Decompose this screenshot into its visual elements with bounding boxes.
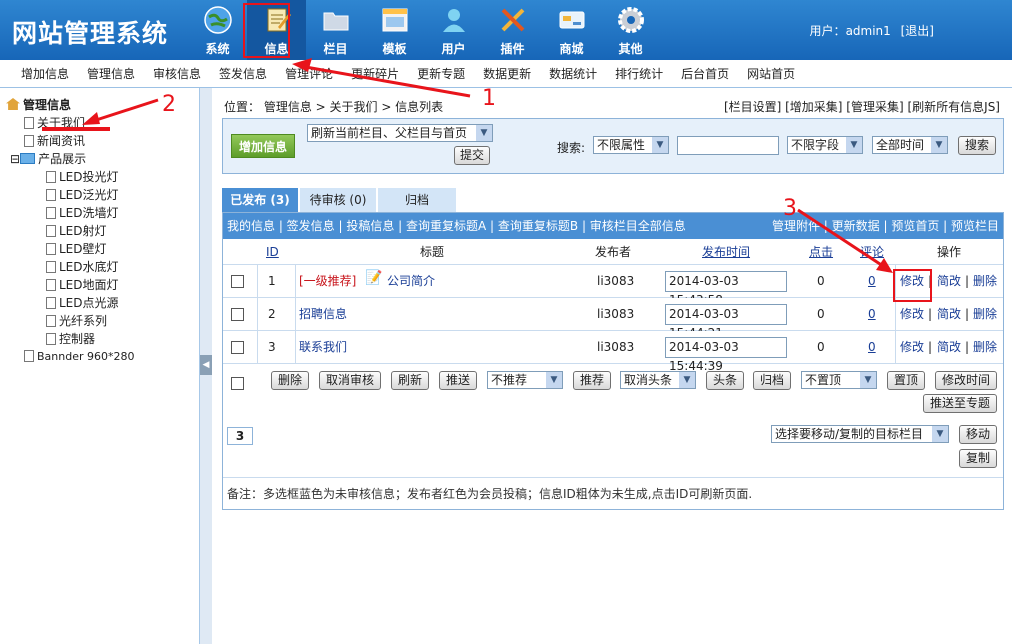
arrow-1 (299, 64, 471, 98)
arrow-2 (89, 98, 159, 124)
arrowhead-3 (876, 258, 893, 273)
arrowhead-2 (82, 112, 100, 125)
arrow-3 (797, 208, 887, 270)
annotation-arrows (82, 58, 893, 273)
arrowhead-1 (292, 58, 312, 72)
